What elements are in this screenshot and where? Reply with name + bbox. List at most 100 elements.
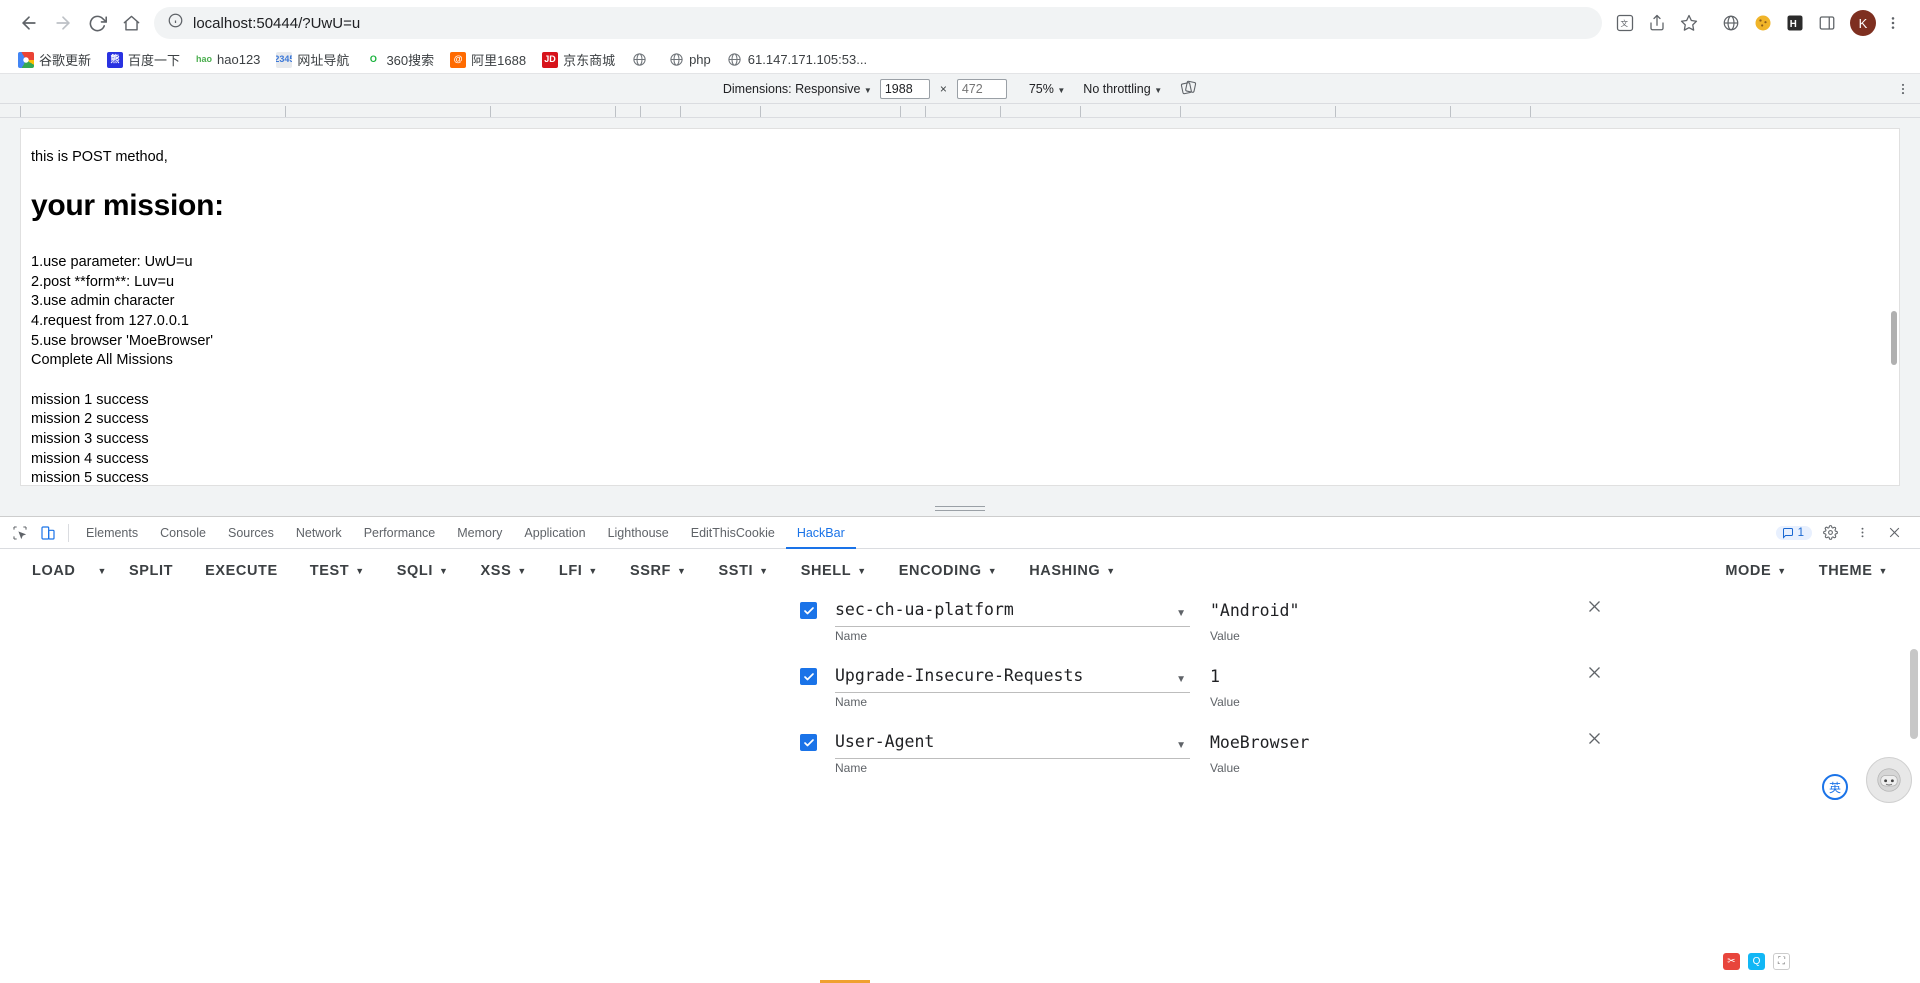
bookmark-label: 百度一下 — [128, 53, 181, 68]
hackbar-encoding-menu[interactable]: ENCODING ▼ — [883, 549, 1013, 593]
bookmark-item[interactable]: 谷歌更新 — [10, 48, 99, 71]
tab-elements[interactable]: Elements — [75, 517, 149, 549]
header-value-field[interactable]: "Android" Value — [1210, 599, 1565, 645]
header-name-field[interactable]: User-Agent ▼ Name — [835, 731, 1190, 777]
header-enabled-checkbox[interactable] — [800, 668, 817, 685]
extension-hackbar-icon[interactable]: H — [1780, 8, 1810, 38]
header-value-field[interactable]: 1 Value — [1210, 665, 1565, 711]
language-toggle-label: 英 — [1828, 780, 1841, 795]
home-button[interactable] — [114, 6, 148, 40]
devtools-more-icon[interactable] — [1848, 520, 1876, 546]
hackbar-hashing-menu[interactable]: HASHING ▼ — [1013, 549, 1132, 593]
tab-hackbar[interactable]: HackBar — [785, 517, 856, 549]
extension-cookie-icon[interactable] — [1748, 8, 1778, 38]
bookmark-label: 京东商城 — [563, 53, 616, 68]
remove-header-icon[interactable] — [1587, 665, 1602, 685]
bookmark-item[interactable]: JD 京东商城 — [534, 48, 623, 71]
header-name-field[interactable]: sec-ch-ua-platform ▼ Name — [835, 599, 1190, 645]
message-count-badge[interactable]: 1 — [1775, 525, 1812, 540]
hackbar-theme-menu[interactable]: THEME ▼ — [1803, 549, 1904, 593]
chevron-down-icon[interactable]: ▼ — [1176, 608, 1186, 619]
tab-application[interactable]: Application — [513, 517, 596, 549]
header-row: sec-ch-ua-platform ▼ Name "Android" Valu… — [800, 599, 1920, 645]
header-name-field[interactable]: Upgrade-Insecure-Requests ▼ Name — [835, 665, 1190, 711]
page-scrollbar-thumb[interactable] — [1891, 311, 1897, 365]
baidu-icon: 熊 — [107, 51, 124, 68]
hackbar-item-label: MODE — [1725, 562, 1772, 579]
hackbar-test-menu[interactable]: TEST ▼ — [294, 549, 381, 593]
hackbar-scrollbar-thumb[interactable] — [1910, 649, 1918, 739]
language-toggle[interactable]: 英 — [1822, 774, 1848, 800]
profile-avatar[interactable]: K — [1850, 10, 1876, 36]
remove-header-icon[interactable] — [1587, 731, 1602, 751]
tab-network[interactable]: Network — [285, 517, 353, 549]
chrome-menu-icon[interactable] — [1878, 8, 1908, 38]
header-value-field[interactable]: MoeBrowser Value — [1210, 731, 1565, 777]
devtools-drag-handle[interactable] — [0, 500, 1920, 516]
hao123-icon: hao — [196, 51, 213, 68]
rotate-icon[interactable] — [1180, 79, 1197, 99]
hackbar-execute-button[interactable]: EXECUTE — [189, 549, 294, 593]
back-button[interactable] — [12, 6, 46, 40]
qq-icon[interactable]: Q — [1748, 953, 1765, 970]
page-viewport: this is POST method, your mission: 1.use… — [0, 118, 1920, 500]
bookmark-item[interactable]: 2345 网址导航 — [268, 48, 357, 71]
site-info-icon[interactable] — [168, 13, 183, 33]
device-toolbar-icon[interactable] — [34, 520, 62, 546]
tab-memory[interactable]: Memory — [446, 517, 513, 549]
hackbar-ssti-menu[interactable]: SSTI ▼ — [703, 549, 785, 593]
tab-performance[interactable]: Performance — [353, 517, 447, 549]
throttling-dropdown[interactable]: No throttling ▼ — [1083, 82, 1162, 96]
browser-toolbar: localhost:50444/?UwU=u 文 H K — [0, 0, 1920, 46]
reload-button[interactable] — [80, 6, 114, 40]
screenshot-icon[interactable]: ✂ — [1723, 953, 1740, 970]
hackbar-load-button[interactable]: LOAD — [16, 549, 91, 593]
viewport-width-input[interactable] — [879, 78, 930, 99]
viewport-height-input[interactable] — [956, 78, 1007, 99]
tab-sources[interactable]: Sources — [217, 517, 285, 549]
hackbar-item-label: SHELL — [800, 562, 852, 579]
bookmark-item[interactable]: 61.147.171.105:53... — [719, 50, 875, 70]
address-bar[interactable]: localhost:50444/?UwU=u — [154, 7, 1602, 39]
hackbar-mode-menu[interactable]: MODE ▼ — [1709, 549, 1802, 593]
tab-editthiscookie[interactable]: EditThisCookie — [680, 517, 786, 549]
bookmark-item[interactable]: hao hao123 — [188, 50, 268, 70]
hackbar-shell-menu[interactable]: SHELL ▼ — [785, 549, 883, 593]
device-toolbar-menu-icon[interactable] — [1896, 81, 1910, 97]
inspect-element-icon[interactable] — [6, 520, 34, 546]
header-enabled-checkbox[interactable] — [800, 734, 817, 751]
header-enabled-checkbox[interactable] — [800, 602, 817, 619]
hackbar-load-caret[interactable]: ▼ — [91, 549, 113, 593]
remove-header-icon[interactable] — [1587, 599, 1602, 619]
svg-text:H: H — [1790, 19, 1797, 30]
bookmark-item[interactable]: 熊 百度一下 — [99, 48, 188, 71]
translate-icon[interactable]: 文 — [1610, 8, 1640, 38]
bookmark-item[interactable]: php — [660, 50, 719, 70]
device-emulation-toolbar: Dimensions: Responsive ▼ × 75% ▼ No thro… — [0, 74, 1920, 104]
bookmark-item[interactable]: @ 阿里1688 — [442, 48, 534, 71]
bookmark-item[interactable] — [623, 50, 660, 70]
page-scrollbar[interactable] — [1887, 129, 1899, 485]
tab-console[interactable]: Console — [149, 517, 217, 549]
fullscreen-icon[interactable]: ⛶ — [1773, 953, 1790, 970]
gear-icon[interactable] — [1816, 520, 1844, 546]
assistant-floating-button[interactable] — [1866, 757, 1912, 803]
dimensions-dropdown[interactable]: Dimensions: Responsive ▼ — [723, 82, 872, 96]
hackbar-xss-menu[interactable]: XSS ▼ — [465, 549, 543, 593]
bookmark-star-icon[interactable] — [1674, 8, 1704, 38]
hackbar-split-button[interactable]: SPLIT — [113, 549, 189, 593]
extension-globe-icon[interactable] — [1716, 8, 1746, 38]
close-devtools-icon[interactable] — [1880, 520, 1908, 546]
share-icon[interactable] — [1642, 8, 1672, 38]
hackbar-sqli-menu[interactable]: SQLI ▼ — [381, 549, 465, 593]
hackbar-ssrf-menu[interactable]: SSRF ▼ — [614, 549, 703, 593]
zoom-dropdown[interactable]: 75% ▼ — [1029, 82, 1065, 96]
hackbar-lfi-menu[interactable]: LFI ▼ — [543, 549, 614, 593]
bookmark-item[interactable]: O 360搜索 — [357, 48, 442, 71]
chevron-down-icon: ▼ — [1777, 565, 1787, 576]
side-panel-icon[interactable] — [1812, 8, 1842, 38]
forward-button[interactable] — [46, 6, 80, 40]
tab-lighthouse[interactable]: Lighthouse — [597, 517, 680, 549]
chevron-down-icon[interactable]: ▼ — [1176, 740, 1186, 751]
chevron-down-icon[interactable]: ▼ — [1176, 674, 1186, 685]
